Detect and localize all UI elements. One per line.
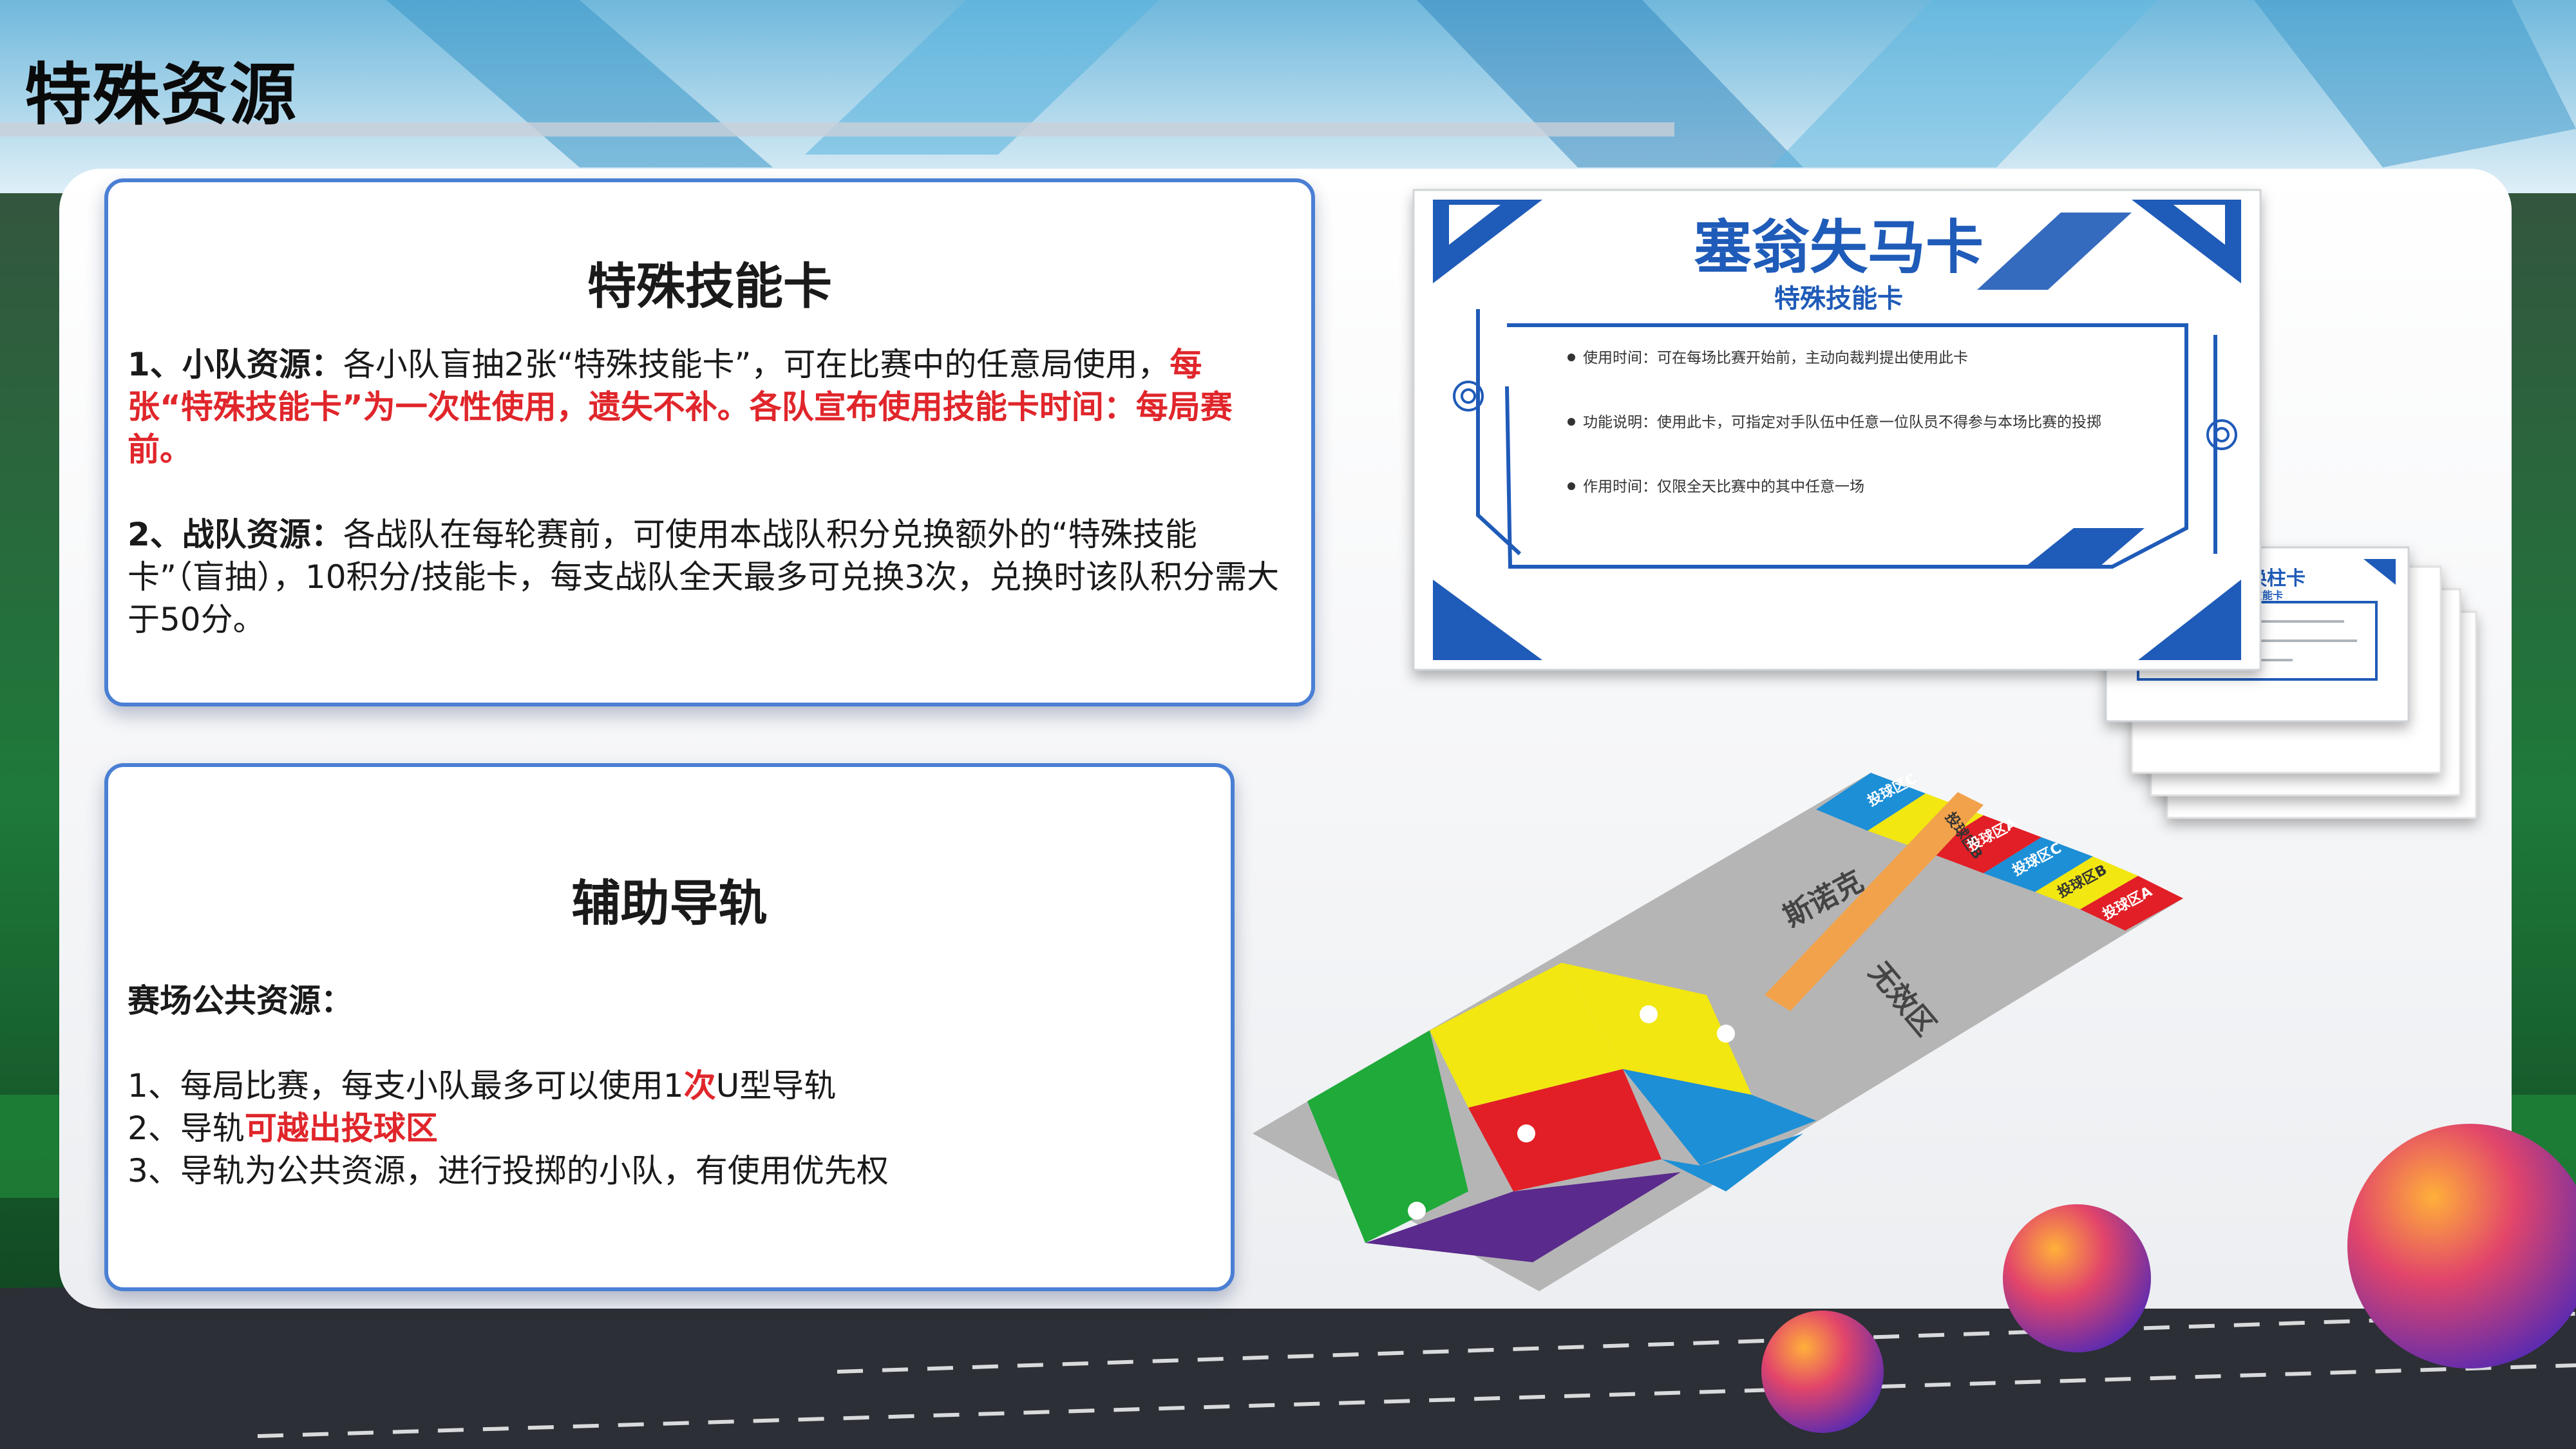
large-card-bullet-3: 作用时间：仅限全天比赛中的其中任意一场 <box>1583 478 1864 495</box>
right-visuals: 偷梁换柱卡 特殊技能卡 塞翁失马卡 特殊技能卡 使用时间：可在每场比赛开始前，主… <box>1253 189 2576 1433</box>
decorative-spheres <box>1761 1124 2576 1433</box>
large-card-subtitle: 特殊技能卡 <box>1774 284 1903 314</box>
large-card-bullet-2: 功能说明：使用此卡，可指定对手队伍中任意一位队员不得参与本场比赛的投掷 <box>1583 414 2101 431</box>
large-card-title: 塞翁失马卡 <box>1694 214 1984 281</box>
large-card-bullet-1: 使用时间：可在每场比赛开始前，主动向裁判提出使用此卡 <box>1583 350 1968 366</box>
large-skill-card: 塞翁失马卡 特殊技能卡 使用时间：可在每场比赛开始前，主动向裁判提出使用此卡 功… <box>1412 189 2262 671</box>
